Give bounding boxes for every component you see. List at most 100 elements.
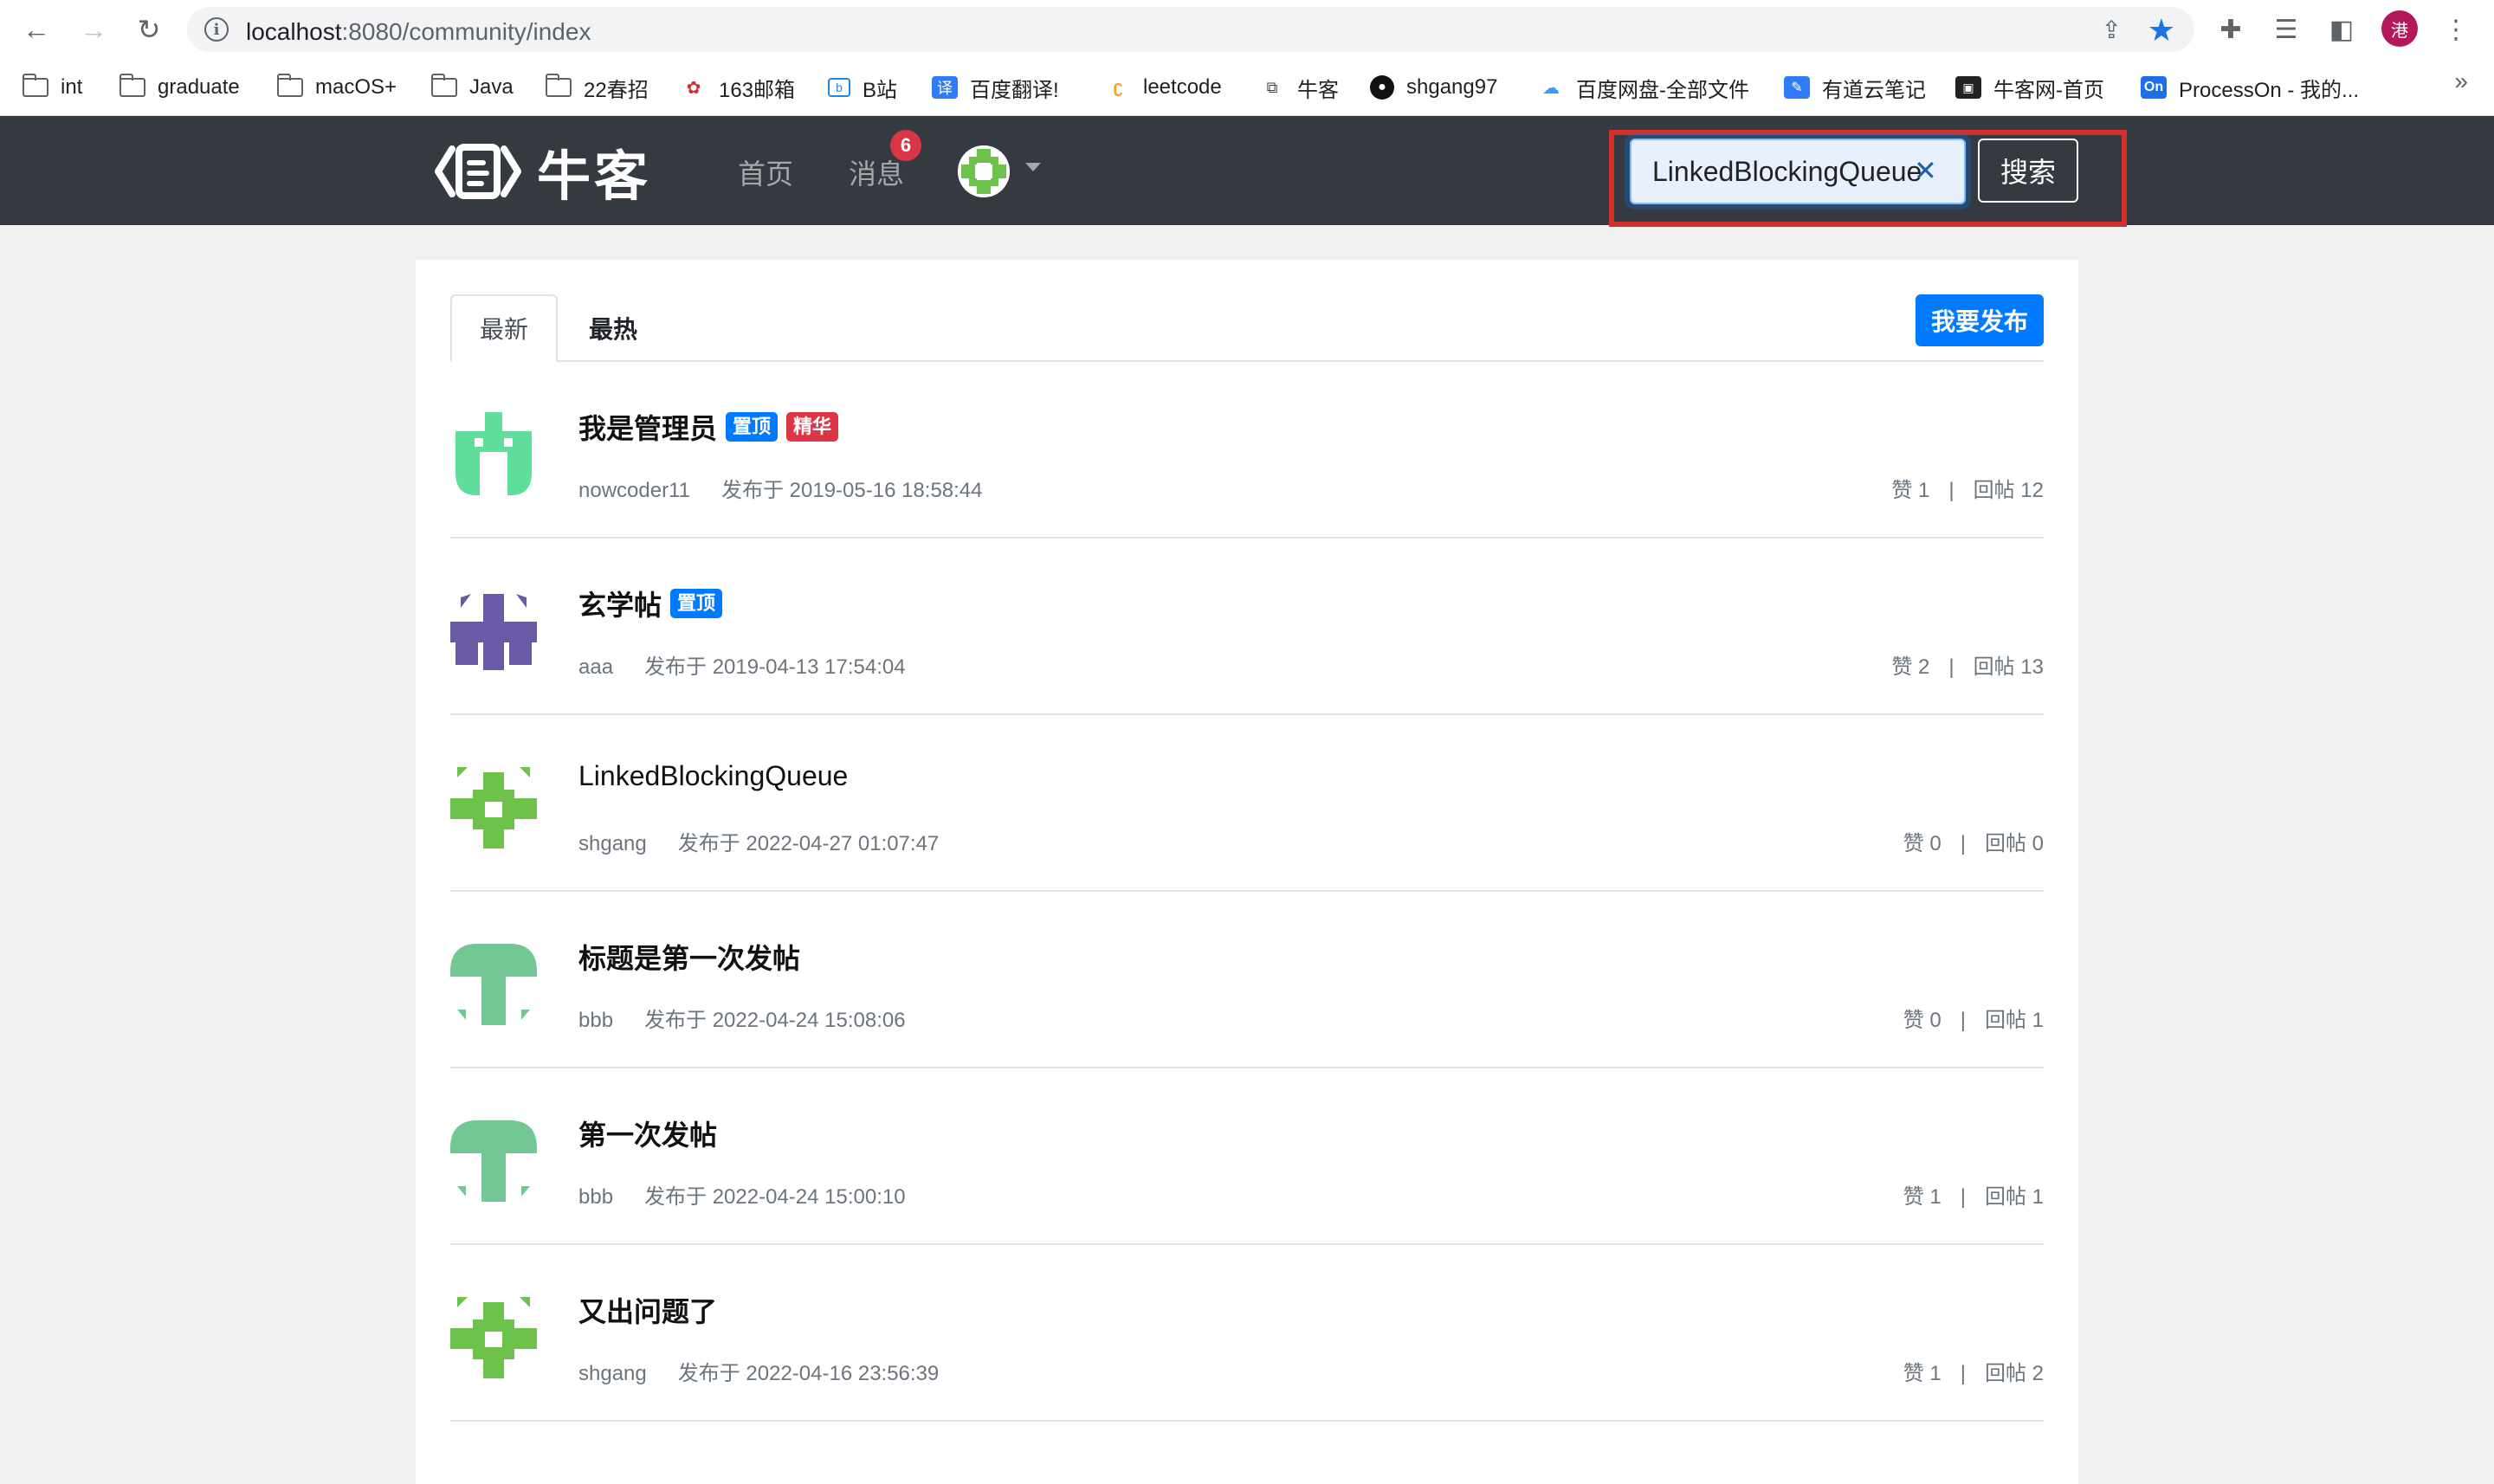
bookmark-baidu-translate[interactable]: 译百度翻译! [932,71,1059,104]
side-panel-icon[interactable]: ◧ [2324,12,2359,47]
post-item: LinkedBlockingQueue shgang 发布于 2022-04-27… [450,715,2044,892]
user-avatar[interactable] [958,145,1010,197]
post-meta: nowcoder11 发布于 2019-05-16 18:58:44 [578,473,983,503]
bookmark-nowcoder-home[interactable]: ▣ 牛客网-首页 [1955,71,2104,104]
author-avatar[interactable] [450,1295,537,1382]
user-menu-caret-icon[interactable] [1025,163,1041,171]
bookmark-163mail[interactable]: ✿ 163邮箱 [681,71,795,104]
reload-icon[interactable]: ↻ [132,12,166,47]
post-item: 玄学帖 置顶 aaa 发布于 2019-04-13 17:54:04 赞 2 | 回帖… [450,539,2044,715]
post-likes: 赞 0 [1903,1009,1942,1032]
tab-hottest[interactable]: 最热 [578,294,648,362]
share-icon[interactable]: ⇪ [2102,16,2122,44]
bookmark-folder[interactable]: 22春招 [545,71,649,104]
post-title[interactable]: LinkedBlockingQueue [578,760,848,792]
extensions-icon[interactable]: ✚ [2213,12,2248,47]
post-author: bbb [578,1185,614,1209]
stats-separator: | [1948,655,1954,679]
bookmarks-overflow-icon[interactable]: » [2454,68,2468,95]
bookmark-bilibili[interactable]: b B站 [828,71,897,104]
author-avatar[interactable] [450,942,537,1029]
bookmark-leetcode[interactable]: ʗ leetcode [1105,71,1221,104]
author-avatar[interactable] [450,589,537,675]
search-button[interactable]: 搜索 [1978,139,2078,203]
post-time: 发布于 2022-04-24 15:08:06 [644,1009,906,1032]
post-title[interactable]: 玄学帖 置顶 [578,584,723,623]
back-icon[interactable]: ← [19,12,54,47]
bilibili-icon: b [828,78,850,97]
post-title[interactable]: 我是管理员 置顶 精华 [578,407,839,447]
bookmarks-bar: int graduate macOS+ Java 22春招 ✿ 163邮箱 b B站… [0,59,2494,116]
post-title[interactable]: 又出问题了 [578,1290,717,1330]
bookmark-star-icon[interactable]: ★ [2148,12,2175,48]
post-replies: 回帖 0 [1984,832,2044,855]
processon-icon: On [2141,76,2167,99]
bookmark-github[interactable]: ● shgang97 [1370,71,1497,104]
post-stats: 赞 0 | 回帖 0 [1903,826,2044,856]
stats-separator: | [1960,1362,1966,1385]
message-count-badge: 6 [890,130,921,161]
post-likes: 赞 1 [1891,479,1930,502]
youdao-note-icon: ✎ [1784,76,1810,99]
post-meta: aaa 发布于 2019-04-13 17:54:04 [578,649,906,680]
post-author: shgang [578,832,647,855]
publish-post-button[interactable]: 我要发布 [1916,294,2044,346]
pinned-badge: 置顶 [726,412,779,442]
pinned-badge: 置顶 [670,589,723,618]
author-avatar[interactable] [450,1119,537,1205]
bookmark-youdao-note[interactable]: ✎ 有道云笔记 [1784,71,1926,104]
post-replies: 回帖 1 [1984,1185,2044,1209]
stats-separator: | [1960,1009,1966,1032]
tab-latest[interactable]: 最新 [450,294,558,362]
site-logo[interactable]: 牛客 [433,139,651,208]
post-replies: 回帖 2 [1984,1362,2044,1385]
post-stats: 赞 2 | 回帖 13 [1891,649,2044,680]
browser-toolbar: ← → ↻ i localhost:8080/community/index ⇪… [0,0,2494,59]
post-author: shgang [578,1362,647,1385]
post-stats: 赞 1 | 回帖 2 [1903,1356,2044,1386]
address-bar[interactable]: i localhost:8080/community/index ⇪ ★ [187,7,2194,52]
post-author: aaa [578,655,614,679]
post-title[interactable]: 第一次发帖 [578,1113,717,1153]
post-item: 标题是第一次发帖 bbb 发布于 2022-04-24 15:08:06 赞 0 |… [450,892,2044,1068]
nowcoder-home-icon: ▣ [1955,76,1981,99]
post-time: 发布于 2022-04-16 23:56:39 [677,1362,940,1385]
stats-separator: | [1960,832,1966,855]
github-icon: ● [1370,75,1394,100]
post-stats: 赞 1 | 回帖 12 [1891,473,2044,503]
url-text[interactable]: localhost:8080/community/index [246,18,591,46]
bookmark-folder[interactable]: macOS+ [276,71,397,104]
mail163-icon: ✿ [686,78,701,98]
author-avatar[interactable] [450,412,537,499]
post-likes: 赞 1 [1903,1362,1942,1385]
bookmark-nowcoder[interactable]: ⧉ 牛客 [1259,71,1339,104]
post-stats: 赞 0 | 回帖 1 [1903,1003,2044,1033]
stats-separator: | [1948,479,1954,502]
forward-icon[interactable]: → [76,12,111,47]
post-stats: 赞 1 | 回帖 1 [1903,1179,2044,1210]
post-title[interactable]: 标题是第一次发帖 [578,937,800,977]
bookmark-folder[interactable]: graduate [119,71,240,104]
nav-home-link[interactable]: 首页 [738,152,793,192]
nav-messages-link[interactable]: 消息 [849,152,904,192]
post-replies: 回帖 12 [1973,479,2044,502]
post-item: 又出问题了 shgang 发布于 2022-04-16 23:56:39 赞 1 |… [450,1245,2044,1422]
bookmark-baidu-pan[interactable]: ☁ 百度网盘-全部文件 [1538,71,1749,104]
nowcoder-icon: ⧉ [1266,78,1278,96]
profile-avatar[interactable]: 港 [2381,10,2418,47]
post-time: 发布于 2022-04-27 01:07:47 [677,832,940,855]
post-likes: 赞 2 [1891,655,1930,679]
author-avatar[interactable] [450,765,537,852]
logo-mark-icon [433,140,523,203]
post-meta: shgang 发布于 2022-04-27 01:07:47 [578,826,939,856]
browser-menu-icon[interactable]: ⋮ [2439,12,2473,47]
bookmark-folder[interactable]: int [22,71,82,104]
site-info-icon[interactable]: i [204,17,229,42]
bookmark-processon[interactable]: On ProcessOn - 我的... [2141,71,2359,104]
bookmark-folder[interactable]: Java [430,71,514,104]
search-clear-icon[interactable]: ✕ [1914,154,1937,187]
post-replies: 回帖 1 [1984,1009,2044,1032]
post-likes: 赞 0 [1903,832,1942,855]
stats-separator: | [1960,1185,1966,1209]
reading-list-icon[interactable]: ☰ [2269,12,2303,47]
